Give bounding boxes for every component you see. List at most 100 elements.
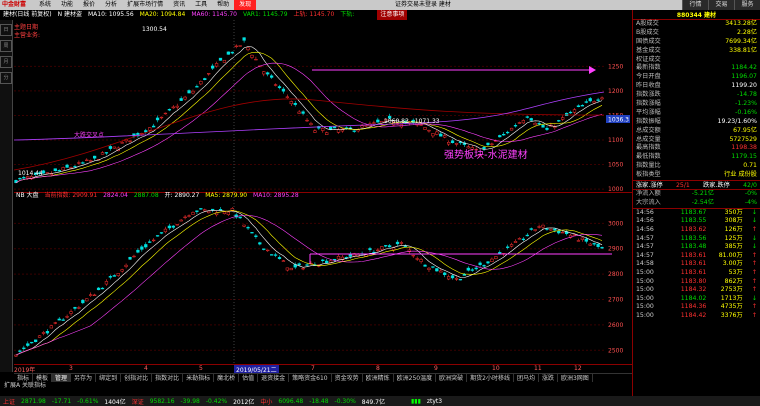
indicator-tab-19[interactable]: 欧洲3网图 [558, 374, 593, 382]
candle-body [592, 243, 596, 245]
candle-body [81, 162, 85, 164]
candle-body [230, 51, 234, 54]
candle-body [376, 249, 380, 252]
menu-item-3[interactable]: 分析 [100, 0, 122, 10]
quote-label: A股成交 [636, 20, 659, 27]
period-button-1[interactable]: 周 [0, 40, 12, 52]
indicator-tab-10[interactable]: 退资接金 [258, 374, 290, 382]
sh-name[interactable]: 上证 [0, 397, 18, 406]
notice-badge[interactable]: 注意事项 [377, 10, 408, 20]
top-right-button-2[interactable]: 服务 [734, 0, 760, 10]
x-axis-label: 4 [144, 365, 148, 372]
index-ma10: MA10: 2895.28 [253, 192, 299, 199]
indicator-tab-18[interactable]: 涨跌 [539, 374, 558, 382]
candle-body [380, 246, 384, 250]
indicator-tab-9[interactable]: 估值 [239, 374, 259, 382]
indicator-tab-1[interactable]: 模板 [33, 374, 53, 382]
indicator-tab-13[interactable]: 欧洲精炼 [363, 374, 394, 382]
tick-time: 14:57 [636, 234, 654, 242]
candle-body [447, 276, 451, 280]
ma-line [15, 215, 603, 356]
menu-item-0[interactable]: 系统 [34, 0, 56, 10]
y-axis-label: 1100 [608, 137, 623, 144]
main-legend: 主题日期 主营业务: [14, 24, 74, 40]
quote-row: 平均涨幅 -0.16% [633, 109, 760, 118]
sh-change: -17.71 [51, 397, 72, 405]
x-axis-label: 10 [492, 365, 500, 372]
indicator-tab-11[interactable]: 策略资金610 [289, 374, 332, 382]
period-button-2[interactable]: 月 [0, 56, 12, 68]
candle-body [423, 127, 427, 130]
candle-body [447, 142, 451, 145]
period-button-3[interactable]: 分 [0, 72, 12, 84]
candle-body [120, 142, 124, 144]
tick-row: 15:00 1184.32 2753万 ↑ [633, 286, 760, 295]
menu-item-1[interactable]: 功能 [56, 0, 78, 10]
user-id[interactable]: ztyt3 [424, 398, 445, 405]
x-axis-label: 9 [434, 365, 438, 372]
candle-body [321, 259, 325, 261]
candle-body [152, 125, 156, 128]
tick-volume: 308万 [724, 217, 743, 225]
quote-row: 今日开盘 1196.07 [633, 73, 760, 82]
indicator-tab-3[interactable]: 另存为 [71, 374, 97, 382]
tick-row: 14:56 1183.67 350万 ↓ [633, 209, 760, 218]
candle-body [45, 331, 50, 334]
indicator-tab-16[interactable]: 期货2小时移线 [467, 374, 514, 382]
top-right-button-0[interactable]: 行情 [682, 0, 708, 10]
menu-item-5[interactable]: 资讯 [168, 0, 190, 10]
quote-value: 338.81亿 [729, 46, 757, 54]
y-axis-label: 1050 [608, 162, 623, 169]
extension-row[interactable]: 扩展A 关联指标 [0, 382, 632, 390]
tick-price: 1183.67 [680, 208, 707, 216]
indicator-tab-5[interactable]: 创指对比 [121, 374, 153, 382]
candle-body [360, 125, 364, 128]
candle-body [218, 209, 223, 211]
sz-name[interactable]: 深证 [129, 397, 147, 406]
zx-name[interactable]: 中小 [257, 397, 275, 406]
quote-label: 指数涨幅 [636, 100, 661, 108]
main-business-label: 主营业务: [14, 32, 41, 39]
candle-body [600, 247, 604, 249]
candle-body [462, 273, 466, 276]
indicator-tab-15[interactable]: 欧洲突破 [436, 374, 468, 382]
candle-body [242, 37, 246, 41]
quote-row: B股成交 2.28亿 [633, 29, 760, 38]
menu-item-2[interactable]: 报价 [78, 0, 100, 10]
indicator-tab-8[interactable]: 魔北桥 [214, 374, 240, 382]
top-right-button-1[interactable]: 交易 [708, 0, 734, 10]
upper-band-label: 上轨: 1145.70 [293, 11, 335, 18]
zx-amount: 849.7亿 [361, 398, 385, 406]
menu-item-8[interactable]: 发现 [234, 0, 257, 10]
indicator-tab-12[interactable]: 资金攻势 [332, 374, 363, 382]
menu-item-4[interactable]: 扩展市场行情 [122, 0, 168, 10]
tick-volume: 1713万 [720, 294, 743, 302]
indicator-tab-4[interactable]: 绑定到 [96, 374, 122, 382]
indicator-name[interactable]: N 建材盗 [55, 10, 85, 20]
indicator-tab-14[interactable]: 欧洲250温度 [394, 374, 437, 382]
candle-body [336, 256, 341, 260]
quote-title[interactable]: 880344 建材 [633, 10, 760, 20]
tick-direction-icon: ↓ [751, 234, 757, 242]
candle-body [596, 243, 600, 247]
tick-time: 15:00 [636, 311, 654, 319]
candle-body [509, 127, 514, 131]
candle-body [600, 97, 604, 100]
menu-item-6[interactable]: 工具 [190, 0, 212, 10]
quote-value: 行业 成份股 [724, 171, 757, 179]
tick-time: 14:57 [636, 243, 654, 251]
tick-direction-icon: ↑ [751, 311, 757, 319]
chart-title[interactable]: 建材(日线 前复权) [0, 10, 55, 20]
advance-decline-row: 涨家.涨停 25/1 跌家.跌停 42/0 [633, 180, 760, 191]
indicator-tab-7[interactable]: 米勒指标 [183, 374, 215, 382]
candle-body [384, 245, 388, 247]
indicator-tab-17[interactable]: 团马均 [514, 374, 539, 382]
indicator-tab-2[interactable]: 管理 [52, 374, 72, 382]
indicator-tab-0[interactable]: 指标 [14, 374, 34, 382]
candle-body [494, 256, 498, 260]
candle-body [439, 270, 443, 273]
quote-label: 最新指数 [636, 64, 661, 72]
indicator-tab-6[interactable]: 指数对比 [152, 374, 184, 382]
period-button-0[interactable]: 日 [0, 24, 12, 36]
menu-item-7[interactable]: 帮助 [212, 0, 234, 10]
